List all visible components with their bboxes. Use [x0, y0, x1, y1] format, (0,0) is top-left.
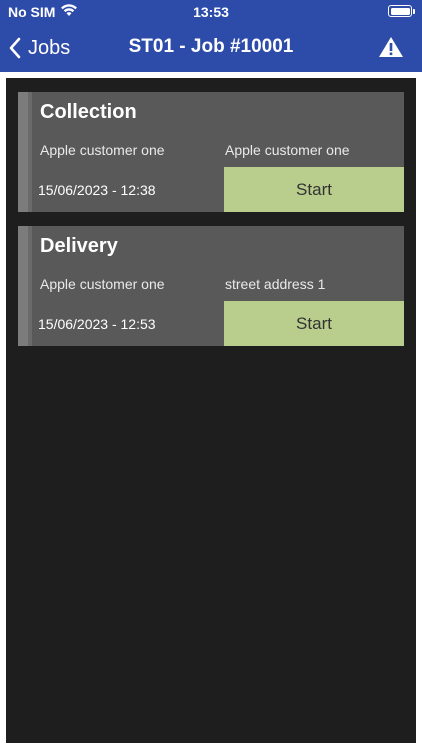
job-card-title: Delivery [40, 235, 118, 257]
job-card-location: Apple customer one [225, 142, 350, 158]
job-list: Collection Apple customer one Apple cust… [6, 78, 416, 743]
job-card-delivery: Delivery Apple customer one street addre… [18, 226, 404, 346]
status-bar: No SIM 13:53 [0, 0, 422, 24]
job-card-collection: Collection Apple customer one Apple cust… [18, 92, 404, 212]
job-card-customer: Apple customer one [40, 142, 165, 158]
job-card-title: Collection [40, 101, 137, 123]
job-card-datetime: 15/06/2023 - 12:53 [38, 316, 156, 332]
page-title: ST01 - Job #10001 [128, 36, 294, 57]
start-button[interactable]: Start [224, 301, 404, 346]
navigation-bar: No SIM 13:53 Jobs ST01 - Job #10001 [0, 0, 422, 72]
warning-triangle-icon[interactable] [378, 36, 404, 58]
job-card-location: street address 1 [225, 276, 326, 292]
job-card-customer: Apple customer one [40, 276, 165, 292]
start-button[interactable]: Start [224, 167, 404, 212]
status-time: 13:53 [193, 4, 229, 20]
job-card-datetime: 15/06/2023 - 12:38 [38, 182, 156, 198]
battery-icon [388, 5, 415, 17]
